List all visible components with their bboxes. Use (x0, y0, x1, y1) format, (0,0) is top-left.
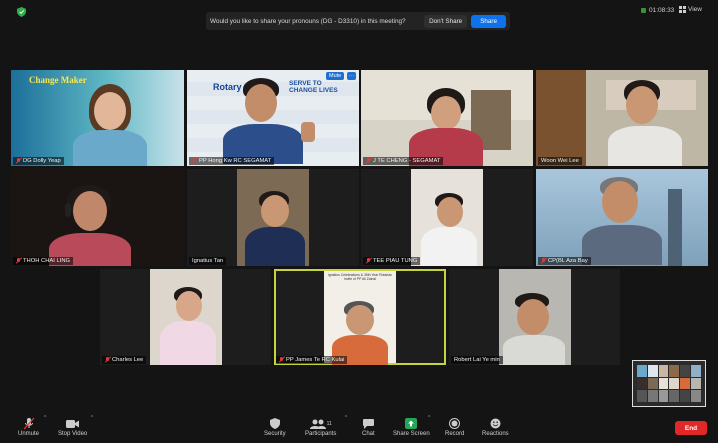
record-label: Record (445, 431, 465, 437)
more-options-icon[interactable]: ⋯ (347, 72, 356, 80)
chat-label: Chat (362, 431, 375, 437)
mic-muted-icon (16, 158, 21, 164)
serve-banner: SERVE TO CHANGE LIVES (289, 80, 338, 94)
participant-name: Woon Wei Lee (538, 157, 582, 165)
dont-share-button[interactable]: Don't Share (424, 14, 468, 28)
video-tile-charles-lee[interactable]: Charles Lee (100, 269, 271, 365)
security-shield-icon[interactable] (17, 7, 26, 17)
rotary-logo-text: Rotary (213, 82, 242, 92)
participant-name: PP James Te RC Kulai (276, 356, 348, 364)
meeting-timer: 01:08:33 (641, 7, 674, 14)
share-options-caret-icon[interactable]: ^ (428, 415, 430, 421)
meeting-window: { "topbar": { "notice": "Would you like … (0, 0, 718, 443)
record-button[interactable]: Record (445, 417, 464, 437)
participants-caret-icon[interactable]: ^ (345, 415, 347, 421)
participant-name: J TE CHENG - SEGAMAT (363, 157, 444, 165)
security-button[interactable]: Security (264, 417, 286, 437)
self-view-thumbnail[interactable] (632, 360, 706, 407)
participants-count: 11 (326, 420, 332, 427)
stop-video-button[interactable]: Stop Video (58, 417, 87, 437)
participant-name: THOH CHAI LING (13, 257, 74, 265)
celebration-banner: Ignatius Celebrations & 35th Year Rotari… (327, 273, 393, 281)
participants-button[interactable]: 11 Participants (305, 417, 336, 437)
meeting-toolbar: Unmute ^ Stop Video ^ Security 11 Partic… (0, 413, 718, 443)
mute-tag-button[interactable]: Mute (326, 72, 345, 80)
change-maker-banner: Change Maker (29, 75, 87, 85)
video-tile-robert-lai[interactable]: Robert Lai Ye min (449, 269, 620, 365)
timer-text: 01:08:33 (649, 7, 675, 14)
grid-view-icon (679, 6, 686, 13)
reactions-button[interactable]: Reactions (482, 417, 509, 437)
share-screen-button[interactable]: Share Screen (393, 417, 430, 437)
audio-options-caret-icon[interactable]: ^ (44, 415, 46, 421)
chat-bubble-icon (362, 417, 374, 430)
video-camera-icon (65, 417, 80, 430)
video-tile-dolly-yeap[interactable]: Change Maker DG Dolly Yeap (11, 70, 184, 166)
shield-icon (269, 417, 280, 430)
pronouns-notification: Would you like to share your pronouns (D… (206, 12, 510, 30)
unmute-label: Unmute (18, 431, 40, 437)
participant-name: PP Hong Kw RC SEGAMAT (189, 157, 275, 165)
participant-name: TEE PIAU TUNG (363, 257, 421, 265)
participants-label: Participants (305, 431, 337, 437)
unmute-button[interactable]: Unmute (18, 417, 39, 437)
end-meeting-button[interactable]: End (675, 421, 707, 435)
video-tile-thoh-chai-ling[interactable]: THOH CHAI LING (11, 169, 184, 266)
security-label: Security (264, 431, 286, 437)
video-tile-james-te-active-speaker[interactable]: Ignatius Celebrations & 35th Year Rotari… (274, 269, 446, 365)
microphone-muted-icon (23, 417, 35, 430)
chat-button[interactable]: Chat (362, 417, 375, 437)
mic-muted-icon (366, 258, 371, 264)
view-button[interactable]: View (679, 6, 702, 13)
video-tile-woon-wei-lee[interactable]: Woon Wei Lee (536, 70, 708, 166)
video-tile-ignatius-tan[interactable]: Ignatius Tan (187, 169, 359, 266)
smiley-reaction-icon (490, 417, 501, 430)
mic-muted-icon (105, 357, 110, 363)
mic-muted-icon (16, 258, 21, 264)
participants-icon: 11 (309, 417, 332, 430)
video-tile-tee-piau-tung[interactable]: TEE PIAU TUNG (361, 169, 533, 266)
video-tile-j-te-cheng[interactable]: J TE CHENG - SEGAMAT (361, 70, 533, 166)
reactions-label: Reactions (482, 431, 509, 437)
participant-name: DG Dolly Yeap (13, 157, 64, 165)
video-tile-hong-kw[interactable]: Rotary SERVE TO CHANGE LIVES Mute ⋯ PP H… (187, 70, 359, 166)
mic-muted-icon (541, 258, 546, 264)
participant-name: Ignatius Tan (189, 257, 227, 265)
mic-muted-icon (279, 357, 284, 363)
participant-name: CP(BL Aza Bay (538, 257, 591, 265)
video-tile-cpbl-aza-bay[interactable]: CP(BL Aza Bay (536, 169, 708, 266)
record-icon (449, 417, 461, 430)
stop-video-label: Stop Video (58, 431, 88, 437)
share-screen-label: Share Screen (393, 431, 430, 437)
view-label: View (688, 6, 702, 13)
mic-muted-icon (192, 158, 197, 164)
video-options-caret-icon[interactable]: ^ (91, 415, 93, 421)
participant-name: Robert Lai Ye min (451, 356, 503, 364)
share-screen-icon (405, 417, 418, 430)
participant-name: Charles Lee (102, 356, 147, 364)
recording-status-icon (641, 8, 646, 13)
share-button[interactable]: Share (471, 14, 506, 28)
pronouns-message: Would you like to share your pronouns (D… (210, 17, 406, 25)
mic-muted-icon (366, 158, 371, 164)
